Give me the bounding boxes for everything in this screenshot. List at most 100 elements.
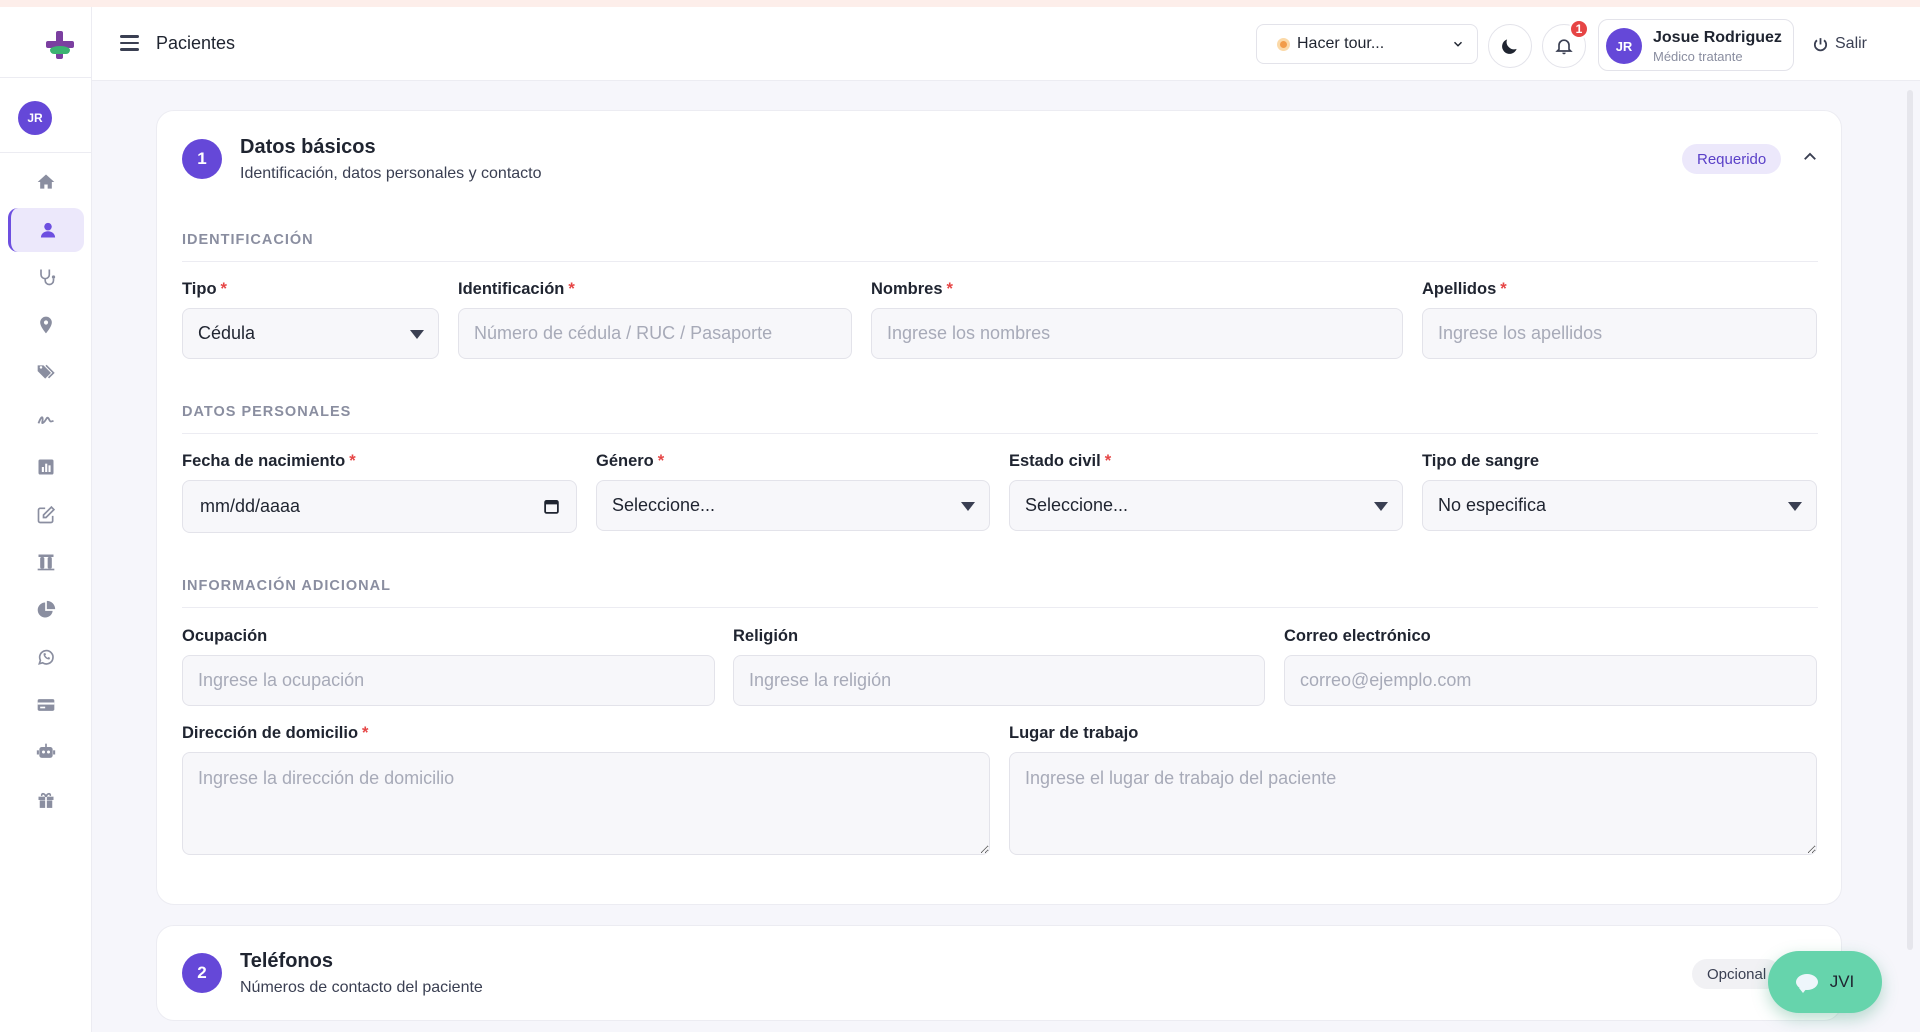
- sidebar: JR: [0, 7, 92, 1032]
- section-heading-personal: DATOS PERSONALES: [182, 404, 352, 420]
- sidebar-divider: [0, 152, 92, 153]
- sidebar-item-statistics[interactable]: [8, 588, 84, 632]
- pie-chart-icon: [37, 600, 56, 617]
- direccion-textarea[interactable]: [182, 752, 990, 855]
- trabajo-textarea[interactable]: [1009, 752, 1817, 855]
- section-divider: [182, 261, 1818, 262]
- app-logo[interactable]: [44, 29, 76, 61]
- tags-icon: [37, 364, 55, 379]
- genero-value: Seleccione...: [612, 495, 716, 515]
- chat-bubble-icon: [1795, 974, 1818, 993]
- sangre-value: No especifica: [1438, 495, 1547, 515]
- sidebar-divider: [0, 77, 92, 78]
- ocupacion-label: Ocupación: [182, 627, 268, 645]
- section-heading-additional: INFORMACIÓN ADICIONAL: [182, 578, 391, 594]
- card-title: Teléfonos: [240, 950, 333, 972]
- sidebar-avatar[interactable]: JR: [18, 101, 52, 135]
- sidebar-item-assistant[interactable]: [8, 730, 84, 774]
- chat-label: JVI: [1829, 972, 1855, 991]
- map-pin-icon: [40, 316, 52, 333]
- genero-select[interactable]: Seleccione...: [596, 480, 990, 531]
- logout-label: Salir: [1835, 35, 1868, 52]
- user-menu[interactable]: JR Josue Rodriguez Médico tratante: [1598, 19, 1794, 71]
- sidebar-item-whatsapp[interactable]: [8, 635, 84, 679]
- logout-button[interactable]: Salir: [1812, 35, 1867, 53]
- sidebar-item-reports[interactable]: [8, 445, 84, 489]
- calendar-icon[interactable]: [543, 498, 560, 515]
- sidebar-item-lab[interactable]: [8, 540, 84, 584]
- gift-icon: [38, 792, 54, 808]
- sidebar-item-edit[interactable]: [8, 493, 84, 537]
- step-number: 2: [182, 953, 222, 993]
- tour-select-value: Hacer tour...: [1297, 35, 1385, 52]
- required-badge: Requerido: [1682, 144, 1782, 174]
- fecha-label: Fecha de nacimiento *: [182, 452, 356, 470]
- sidebar-item-home[interactable]: [8, 160, 84, 204]
- sidebar-nav: [8, 160, 86, 825]
- avatar: JR: [1606, 28, 1642, 64]
- tour-icon: [1277, 37, 1290, 51]
- sidebar-item-signature[interactable]: [8, 398, 84, 442]
- section-divider: [182, 433, 1818, 434]
- logo-leaf: [50, 46, 70, 54]
- page-scrollbar[interactable]: [1907, 90, 1913, 950]
- sangre-label: Tipo de sangre: [1422, 452, 1540, 470]
- chevron-up-icon[interactable]: [1801, 148, 1819, 166]
- moon-icon: [1502, 39, 1517, 54]
- genero-label: Género *: [596, 452, 665, 470]
- birthdate-input[interactable]: mm/dd/aaaa: [182, 480, 577, 533]
- caret-down-icon: [1374, 502, 1388, 511]
- nombres-label: Nombres *: [871, 280, 953, 298]
- apellidos-input[interactable]: [1422, 308, 1817, 359]
- sidebar-item-billing[interactable]: [8, 683, 84, 727]
- correo-label: Correo electrónico: [1284, 627, 1431, 645]
- bar-chart-icon: [38, 459, 54, 475]
- signature-icon: [37, 415, 54, 424]
- sidebar-item-tags[interactable]: [8, 350, 84, 394]
- sidebar-item-patients[interactable]: [8, 207, 84, 252]
- power-icon: [1813, 37, 1828, 51]
- estado-civil-select[interactable]: Seleccione...: [1009, 480, 1403, 531]
- logo-cross-vertical: [56, 31, 63, 59]
- ocupacion-input[interactable]: [182, 655, 715, 706]
- tour-select[interactable]: Hacer tour...: [1256, 24, 1478, 64]
- card-subtitle: Números de contacto del paciente: [240, 979, 483, 996]
- tipo-label: Tipo *: [182, 280, 227, 298]
- identificacion-input[interactable]: [458, 308, 852, 359]
- phones-card[interactable]: 2 Teléfonos Números de contacto del paci…: [156, 925, 1842, 1021]
- user-role: Médico tratante: [1653, 49, 1743, 64]
- caret-down-icon: [961, 502, 975, 511]
- birthdate-value: mm/dd/aaaa: [200, 496, 301, 516]
- notification-badge: 1: [1569, 19, 1589, 39]
- sidebar-item-consultations[interactable]: [8, 255, 84, 299]
- chat-assistant-button[interactable]: JVI: [1768, 951, 1882, 1013]
- trabajo-label: Lugar de trabajo: [1009, 724, 1139, 742]
- identificacion-label: Identificación *: [458, 280, 575, 298]
- menu-icon[interactable]: [120, 35, 139, 51]
- dark-mode-button[interactable]: [1488, 24, 1532, 68]
- nombres-input[interactable]: [871, 308, 1403, 359]
- sidebar-item-locations[interactable]: [8, 303, 84, 347]
- top-header: Pacientes Hacer tour... 1 JR Josue Rodri…: [92, 7, 1920, 81]
- notifications-button[interactable]: 1: [1542, 19, 1589, 68]
- user-icon: [40, 222, 55, 237]
- religion-input[interactable]: [733, 655, 1265, 706]
- test-tubes-icon: [37, 554, 55, 571]
- section-heading-identification: IDENTIFICACIÓN: [182, 232, 314, 248]
- stethoscope-icon: [40, 269, 56, 286]
- bell-icon: [1555, 39, 1573, 55]
- robot-icon: [36, 743, 56, 758]
- tipo-select[interactable]: Cédula: [182, 308, 439, 359]
- apellidos-label: Apellidos *: [1422, 280, 1507, 298]
- email-field[interactable]: [1284, 655, 1817, 706]
- sangre-select[interactable]: No especifica: [1422, 480, 1817, 531]
- whatsapp-icon: [38, 649, 54, 665]
- credit-card-icon: [37, 698, 55, 711]
- estado-civil-label: Estado civil *: [1009, 452, 1112, 470]
- user-name: Josue Rodriguez: [1653, 29, 1782, 46]
- estado-civil-value: Seleccione...: [1025, 495, 1129, 515]
- caret-down-icon: [1788, 502, 1802, 511]
- sidebar-item-gifts[interactable]: [8, 778, 84, 822]
- top-accent-bar: [0, 0, 1920, 7]
- tipo-value: Cédula: [198, 323, 256, 343]
